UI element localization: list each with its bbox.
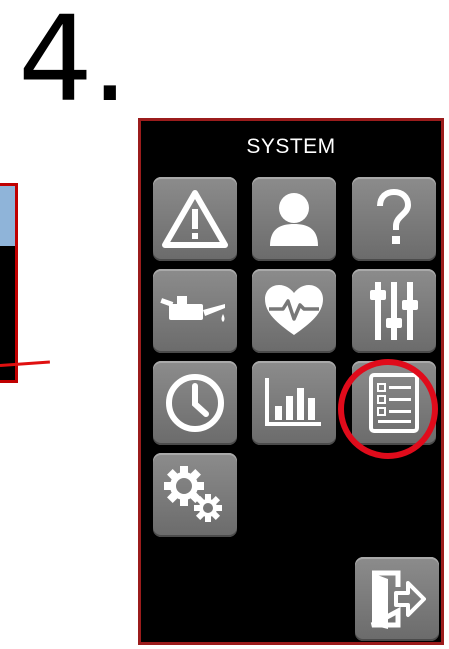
previous-screen-crop (0, 183, 18, 383)
help-button[interactable] (352, 177, 436, 261)
warning-button[interactable] (153, 177, 237, 261)
warning-icon (162, 190, 228, 248)
exit-icon (370, 570, 426, 629)
bar-chart-icon (265, 378, 321, 426)
step-number: 4. (18, 0, 129, 128)
previous-screen-header (0, 186, 15, 246)
advanced-settings-button[interactable] (153, 453, 237, 537)
clock-icon (166, 374, 224, 432)
statistics-button[interactable] (252, 361, 336, 445)
oil-button[interactable] (153, 269, 237, 353)
clock-button[interactable] (153, 361, 237, 445)
health-button[interactable] (252, 269, 336, 353)
sliders-icon (370, 282, 418, 340)
oil-can-icon (160, 296, 225, 322)
checklist-button[interactable] (352, 361, 436, 445)
exit-button[interactable] (355, 557, 439, 641)
system-screen: SYSTEM (138, 118, 444, 645)
heartbeat-icon (265, 285, 323, 335)
user-button[interactable] (252, 177, 336, 261)
help-icon (377, 188, 412, 244)
screen-title: SYSTEM (246, 135, 336, 158)
checklist-icon (369, 373, 419, 433)
user-icon (270, 193, 318, 246)
settings-sliders-button[interactable] (352, 269, 436, 353)
gears-icon (164, 466, 222, 522)
